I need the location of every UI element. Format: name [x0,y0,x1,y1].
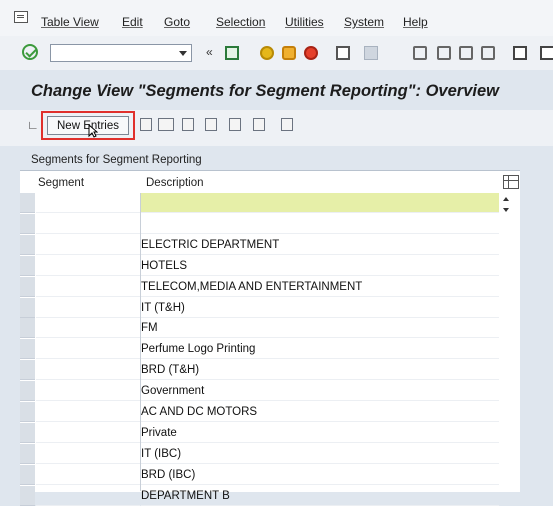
description-cell[interactable]: HOTELS [141,256,499,276]
command-field[interactable] [50,44,192,62]
column-header-description[interactable]: Description [146,177,204,189]
display-change-icon[interactable]: ∟ [27,118,39,132]
scroll-up-icon[interactable] [503,197,509,201]
menu-edit[interactable]: Edit [122,15,143,29]
segment-cell[interactable] [36,381,140,401]
new-session-icon[interactable] [513,46,527,60]
back-icon[interactable] [260,46,274,60]
description-cell[interactable]: TELECOM,MEDIA AND ENTERTAINMENT [141,277,499,297]
exit-icon[interactable] [282,46,296,60]
menu-selection[interactable]: Selection [216,15,265,29]
row-selector[interactable] [20,423,35,443]
table-header-row [20,171,500,193]
enter-checkmark-icon[interactable] [22,44,38,60]
chevron-down-icon[interactable] [179,51,187,56]
menu-system[interactable]: System [344,15,384,29]
mouse-cursor-icon [88,124,98,138]
collapse-command-icon[interactable]: « [206,45,213,59]
cancel-icon[interactable] [304,46,318,60]
segment-cell[interactable] [36,318,140,338]
segment-cell[interactable] [36,339,140,359]
segment-cell[interactable] [36,423,140,443]
row-selector[interactable] [20,298,35,318]
next-page-icon[interactable] [459,46,473,60]
row-selector[interactable] [20,402,35,422]
menu-utilities[interactable]: Utilities [285,15,324,29]
description-cell[interactable]: BRD (IBC) [141,465,499,485]
segment-cell[interactable] [36,214,140,234]
segment-cell[interactable] [36,235,140,255]
row-selector[interactable] [20,339,35,359]
column-header-segment[interactable]: Segment [38,177,84,189]
copy-as-icon[interactable] [140,118,152,131]
row-selector[interactable] [20,277,35,297]
row-selector[interactable] [20,465,35,485]
row-selector[interactable] [20,486,35,506]
row-selector[interactable] [20,256,35,276]
print-field-list-icon[interactable] [281,118,293,131]
row-selector[interactable] [20,381,35,401]
segment-cell[interactable] [36,444,140,464]
row-selector[interactable] [20,193,35,213]
page-title: Change View "Segments for Segment Report… [31,82,499,100]
select-all-icon[interactable] [205,118,217,131]
last-page-icon[interactable] [481,46,495,60]
description-cell[interactable]: BRD (T&H) [141,360,499,380]
description-cell[interactable]: Private [141,423,499,443]
menu-bar: Table View Edit Goto Selection Utilities… [0,0,553,36]
shortcut-icon[interactable] [540,46,553,60]
vertical-scrollbar[interactable] [500,193,513,491]
segment-cell[interactable] [36,486,140,506]
deselect-all-icon[interactable] [253,118,265,131]
previous-page-icon[interactable] [437,46,451,60]
segment-cell[interactable] [36,277,140,297]
segment-cell[interactable] [36,465,140,485]
segment-cell[interactable] [36,193,140,213]
first-page-icon[interactable] [413,46,427,60]
system-menu-icon[interactable] [14,11,28,23]
select-block-icon[interactable] [229,118,241,131]
print-icon[interactable] [336,46,350,60]
delete-icon[interactable] [158,118,174,131]
find-icon[interactable] [364,46,378,60]
description-cell[interactable] [141,193,499,213]
menu-help[interactable]: Help [403,15,428,29]
table-settings-icon[interactable] [503,175,519,189]
menu-goto[interactable]: Goto [164,15,190,29]
description-cell[interactable]: FM [141,318,499,338]
table-caption: Segments for Segment Reporting [31,154,202,166]
description-cell[interactable] [141,214,499,234]
segment-cell[interactable] [36,298,140,318]
row-selector[interactable] [20,235,35,255]
segment-cell[interactable] [36,402,140,422]
description-cell[interactable]: IT (IBC) [141,444,499,464]
description-cell[interactable]: IT (T&H) [141,298,499,318]
description-cell[interactable]: Perfume Logo Printing [141,339,499,359]
menu-table-view[interactable]: Table View [41,15,99,29]
save-icon[interactable] [225,46,239,60]
standard-toolbar: « [0,36,553,71]
description-cell[interactable]: AC AND DC MOTORS [141,402,499,422]
row-selector[interactable] [20,318,35,338]
row-selector[interactable] [20,444,35,464]
undo-change-icon[interactable] [182,118,194,131]
segment-cell[interactable] [36,360,140,380]
segment-cell[interactable] [36,256,140,276]
description-cell[interactable]: Government [141,381,499,401]
row-selector[interactable] [20,214,35,234]
scroll-down-icon[interactable] [503,208,509,212]
row-selector[interactable] [20,360,35,380]
description-cell[interactable]: DEPARTMENT B [141,486,499,506]
description-cell[interactable]: ELECTRIC DEPARTMENT [141,235,499,255]
